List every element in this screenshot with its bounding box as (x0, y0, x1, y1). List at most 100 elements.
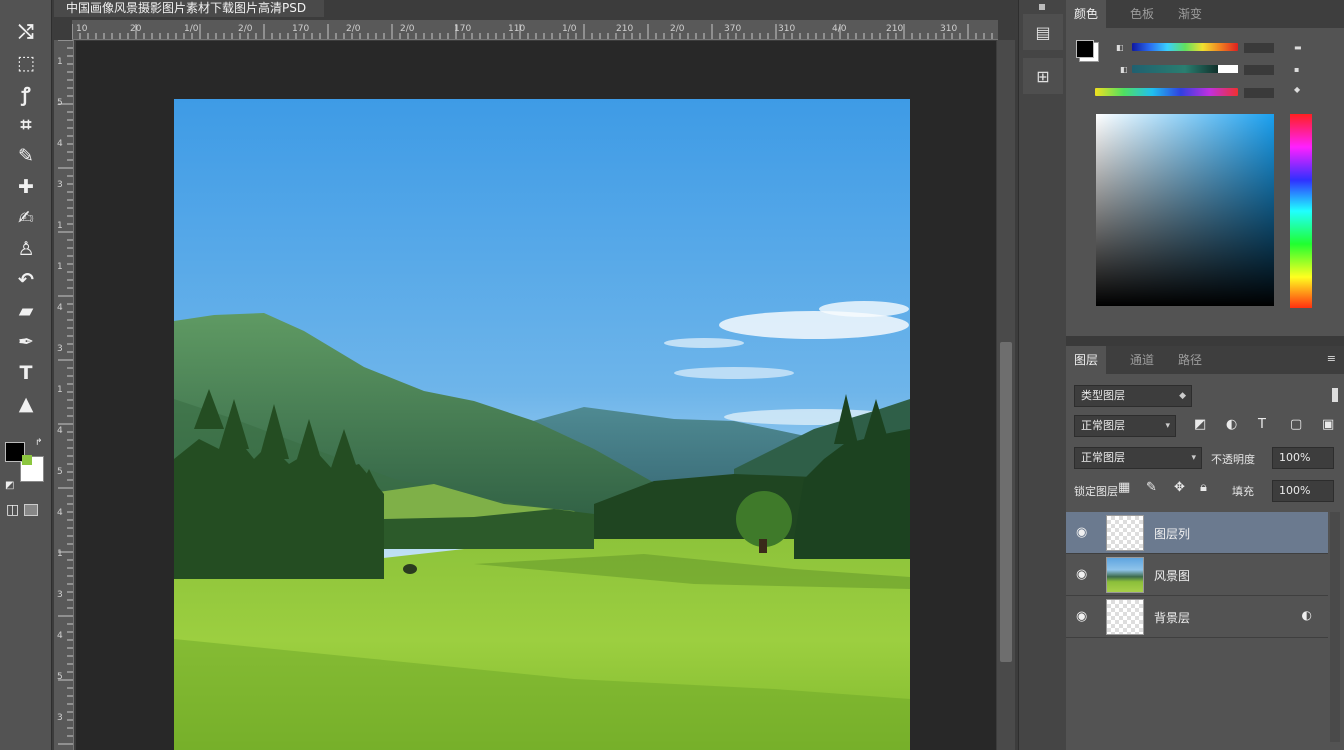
filter-adjustment-icon[interactable]: ◐ (1226, 417, 1237, 432)
layer-row[interactable]: ◉ 背景层 ◐ (1066, 596, 1328, 638)
text-tool-icon[interactable]: T (10, 359, 42, 387)
ruler-label: 310 (940, 24, 957, 34)
ruler-label: 4 (57, 631, 63, 641)
visibility-eye-icon[interactable]: ◉ (1076, 525, 1087, 540)
ruler-label: 1 (57, 221, 63, 231)
swap-colors-icon[interactable]: ↱ (35, 438, 43, 448)
move-tool-icon[interactable]: ⤭ (10, 18, 42, 46)
filter-shape-icon[interactable]: ▢ (1290, 417, 1302, 432)
filter-smart-object-icon[interactable]: ▣ (1322, 417, 1334, 432)
ruler-label: 1 (57, 262, 63, 272)
layer-row[interactable]: ◉ 图层列 (1066, 512, 1328, 554)
quick-mask-icon[interactable]: ◫ (6, 502, 19, 518)
lasso-tool-icon[interactable]: ꝭ (10, 80, 42, 108)
vertical-scrollbar[interactable] (997, 40, 1015, 750)
lock-position-icon[interactable]: ✥ (1174, 480, 1185, 495)
visibility-eye-icon[interactable]: ◉ (1076, 609, 1087, 624)
layer-name[interactable]: 图层列 (1154, 525, 1190, 542)
layer-thumbnail[interactable] (1106, 557, 1144, 593)
visibility-eye-icon[interactable]: ◉ (1076, 567, 1087, 582)
history-brush-icon[interactable]: ↶ (10, 266, 42, 294)
ruler-label: 2/0 (238, 24, 253, 34)
ruler-label: 1 (57, 57, 63, 67)
slider-2-menu-icon[interactable]: ▪ (1294, 65, 1299, 74)
screen-mode-icon[interactable] (24, 504, 38, 516)
layers-panel-tabs: 图层 通道 路径 ≡ (1066, 346, 1344, 374)
ruler-label: 4 (57, 426, 63, 436)
slider-3-menu-icon[interactable]: ◆ (1294, 85, 1300, 94)
ruler-label: 370 (724, 24, 741, 34)
color-indicator (22, 455, 32, 465)
ruler-label: 210 (616, 24, 633, 34)
tab-color[interactable]: 颜色 (1066, 0, 1107, 28)
hue-slider[interactable] (1132, 43, 1238, 51)
saturation-value-field[interactable] (1244, 65, 1274, 75)
fill-field[interactable]: 100% (1272, 480, 1334, 502)
layers-scrollbar[interactable] (1330, 512, 1340, 742)
layer-thumbnail[interactable] (1106, 599, 1144, 635)
layer-thumbnail[interactable] (1106, 515, 1144, 551)
crop-tool-icon[interactable]: ⌗ (10, 111, 42, 139)
scrollbar-thumb[interactable] (1000, 342, 1012, 662)
filter-toggle-icon[interactable] (1332, 388, 1338, 402)
ruler-label: 310 (778, 24, 795, 34)
document-tab[interactable]: 中国画像风景摄影图片素材下载图片高清PSD (54, 0, 324, 17)
blend-mode-dropdown[interactable]: 正常图层 ▾ (1074, 415, 1176, 437)
layer-lock-icon: ◐ (1301, 608, 1312, 622)
hue-strip[interactable] (1290, 114, 1312, 308)
layer-row[interactable]: ◉ 风景图 (1066, 554, 1328, 596)
ruler-label: 20 (130, 24, 142, 34)
default-colors-icon[interactable]: ◩ (5, 480, 14, 491)
fill-value: 100% (1279, 484, 1311, 497)
opacity-field[interactable]: 100% (1272, 447, 1334, 469)
tools-panel: ⤭ ⬚ ꝭ ⌗ ✎ ✚ ✍ ♙ ↶ ▰ ✒ T ▲ ↱ ◩ ◫ (0, 0, 52, 750)
ruler-label: 170 (292, 24, 309, 34)
ruler-label: 170 (454, 24, 471, 34)
healing-brush-icon[interactable]: ✚ (10, 173, 42, 201)
tab-swatches[interactable]: 色板 (1122, 0, 1162, 28)
lock-all-icon[interactable]: 🔒︎ (1200, 480, 1207, 495)
properties-panel-icon[interactable]: ⊞ (1023, 58, 1063, 94)
landscape-image[interactable] (174, 99, 910, 750)
brush-tool-icon[interactable]: ✍ (10, 204, 42, 232)
eyedropper-tool-icon[interactable]: ✎ (10, 142, 42, 170)
filter-type-icon[interactable]: T (1258, 417, 1266, 432)
dock-grip-icon[interactable] (1039, 4, 1045, 10)
ruler-label: 2/0 (400, 24, 415, 34)
history-glyph: ▤ (1035, 22, 1051, 42)
lock-transparent-icon[interactable]: ▦ (1118, 480, 1130, 495)
pen-tool-icon[interactable]: ✒ (10, 328, 42, 356)
panel-divider (1066, 336, 1344, 346)
filter-pixel-icon[interactable]: ◩ (1194, 417, 1206, 432)
lock-label: 锁定图层 (1074, 485, 1118, 498)
shape-tool-icon[interactable]: ▲ (10, 390, 42, 418)
ruler-label: 3 (57, 713, 63, 723)
tab-channels[interactable]: 通道 (1122, 346, 1162, 374)
lock-pixels-icon[interactable]: ✎ (1146, 480, 1157, 495)
ruler-label: 3 (57, 590, 63, 600)
color-field[interactable] (1096, 114, 1274, 306)
ruler-label: 5 (57, 467, 63, 477)
ruler-label: 5 (57, 98, 63, 108)
spectrum-slider[interactable] (1095, 88, 1238, 96)
layer-name[interactable]: 背景层 (1154, 609, 1190, 626)
blend-mode-value: 正常图层 (1081, 419, 1125, 432)
tab-paths[interactable]: 路径 (1170, 346, 1210, 374)
chevron-down-icon: ▾ (1165, 421, 1170, 431)
color-panel-tabs: 颜色 色板 渐变 (1066, 0, 1344, 28)
marquee-tool-icon[interactable]: ⬚ (10, 49, 42, 77)
eraser-tool-icon[interactable]: ▰ (10, 297, 42, 325)
clone-stamp-icon[interactable]: ♙ (10, 235, 42, 263)
color-fg-chip[interactable] (1076, 40, 1094, 58)
history-panel-icon[interactable]: ▤ (1023, 14, 1063, 50)
slider-1-menu-icon[interactable]: ▬ (1294, 43, 1302, 52)
layer-name[interactable]: 风景图 (1154, 567, 1190, 584)
tab-layers[interactable]: 图层 (1066, 346, 1107, 374)
layer-kind-filter[interactable]: 类型图层 ◆ (1074, 385, 1192, 407)
blend-mode-select[interactable]: 正常图层 ▾ (1074, 447, 1202, 469)
hue-value-field[interactable] (1244, 43, 1274, 53)
tab-gradients[interactable]: 渐变 (1170, 0, 1210, 28)
ruler-label: 4/0 (832, 24, 847, 34)
panel-menu-icon[interactable]: ≡ (1327, 352, 1336, 365)
spectrum-value-field[interactable] (1244, 88, 1274, 98)
